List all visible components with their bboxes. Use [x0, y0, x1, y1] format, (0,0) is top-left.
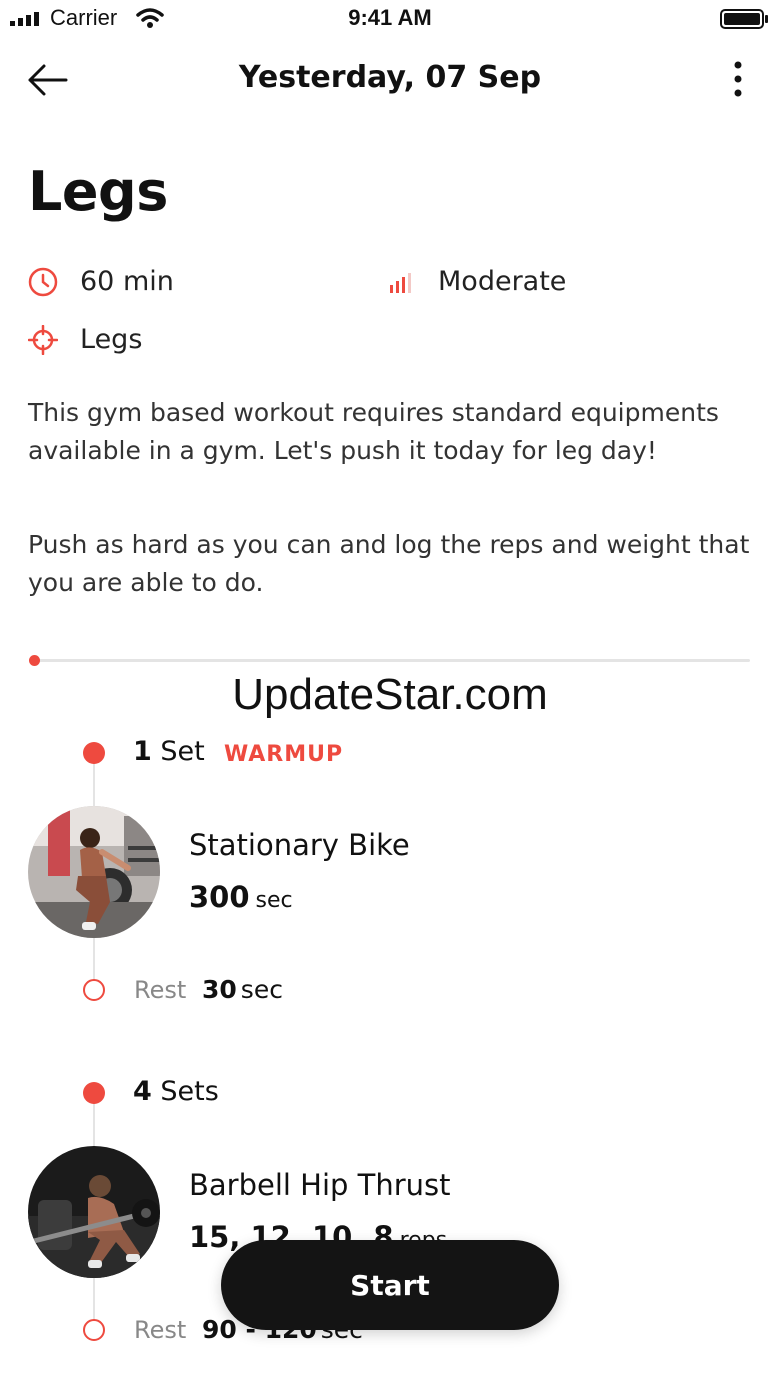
- clock-icon: [28, 267, 58, 296]
- set-count: 4 Sets: [133, 1076, 219, 1107]
- set-count-number: 4: [133, 1076, 152, 1107]
- rest-marker: [83, 1319, 105, 1341]
- start-workout-button[interactable]: Start: [221, 1240, 559, 1330]
- workout-title: Legs: [28, 160, 168, 223]
- target-label: Legs: [80, 324, 143, 355]
- status-time: 9:41 AM: [348, 5, 432, 30]
- duration-label: 60 min: [80, 266, 174, 297]
- exercise-amount-unit: sec: [255, 888, 293, 913]
- rest-label: Rest: [134, 976, 187, 1004]
- watermark-text: UpdateStar.com: [232, 670, 548, 719]
- duration-info: 60 min: [28, 266, 174, 297]
- rest-label: Rest: [134, 1316, 187, 1344]
- rest-duration-value: 30: [202, 975, 237, 1004]
- difficulty-info: Moderate: [386, 266, 566, 297]
- workout-progress-track: [34, 659, 750, 662]
- rest-marker: [83, 979, 105, 1001]
- warmup-tag: WARMUP: [224, 742, 344, 767]
- exercise-thumbnail[interactable]: [28, 1146, 160, 1278]
- set-count-number: 1: [133, 736, 152, 767]
- signal-bars-icon: [390, 272, 411, 293]
- nav-header: Yesterday, 07 Sep: [0, 50, 780, 110]
- set-count: 1 Set: [133, 736, 205, 767]
- set-count-word: Set: [160, 736, 205, 767]
- set-count-word: Sets: [160, 1076, 219, 1107]
- more-vertical-icon: [734, 61, 742, 97]
- set-marker: [83, 742, 105, 764]
- status-bar: Carrier 9:41 AM: [0, 0, 780, 40]
- target-info: Legs: [28, 324, 142, 355]
- more-options-button[interactable]: [724, 60, 752, 100]
- description-paragraph: Push as hard as you can and log the reps…: [28, 530, 750, 597]
- description-paragraph: This gym based workout requires standard…: [28, 398, 719, 465]
- rest-duration: 30 sec: [202, 975, 283, 1004]
- crosshair-icon: [28, 324, 58, 355]
- difficulty-label: Moderate: [438, 266, 567, 297]
- battery-icon: [720, 9, 768, 29]
- exercise-photo-bike: [28, 806, 160, 938]
- set-marker: [83, 1082, 105, 1104]
- exercise-name: Stationary Bike: [189, 828, 410, 862]
- exercise-amount: 300 sec: [189, 880, 293, 914]
- exercise-photo-hip-thrust: [28, 1146, 160, 1278]
- nav-title: Yesterday, 07 Sep: [238, 60, 542, 95]
- workout-progress-indicator: [29, 655, 40, 666]
- exercise-thumbnail[interactable]: [28, 806, 160, 938]
- exercise-name: Barbell Hip Thrust: [189, 1168, 451, 1202]
- exercise-amount-value: 300: [189, 880, 250, 914]
- rest-duration-unit: sec: [240, 975, 283, 1004]
